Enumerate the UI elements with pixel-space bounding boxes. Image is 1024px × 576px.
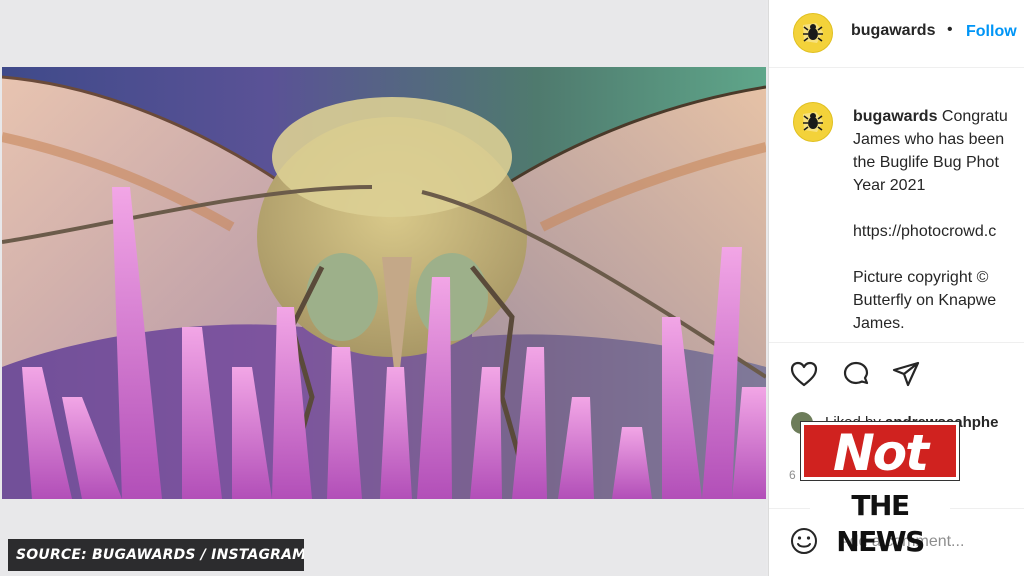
- paper-plane-icon[interactable]: [891, 359, 921, 389]
- comment-bubble-icon[interactable]: [841, 359, 871, 389]
- photo-illustration: [2, 67, 766, 499]
- logo-red-panel: Not: [801, 422, 959, 480]
- caption-line: Butterfly on Knapwe: [853, 292, 997, 309]
- caption-line: Congratu: [941, 108, 1008, 125]
- heart-icon[interactable]: [789, 359, 819, 389]
- follow-button[interactable]: Follow: [966, 23, 1017, 41]
- separator-dot: •: [947, 21, 953, 38]
- source-caption: SOURCE: BUGAWARDS / INSTAGRAM: [8, 539, 304, 571]
- logo-bottom-words: THE NEWS: [810, 488, 950, 558]
- logo-top-word: Not: [832, 424, 929, 482]
- not-the-news-logo: Not THE NEWS: [796, 416, 964, 558]
- header-username[interactable]: bugawards: [851, 22, 935, 40]
- caption-line: Picture copyright ©: [853, 269, 989, 286]
- smiley-icon[interactable]: [789, 526, 819, 556]
- post-actions: [769, 342, 1024, 404]
- caption-line: Year 2021: [853, 177, 926, 194]
- caption-text: bugawards Congratu James who has been th…: [853, 105, 1024, 335]
- caption-line: James.: [853, 315, 905, 332]
- bug-logo-icon[interactable]: [793, 102, 833, 142]
- caption-link[interactable]: https://photocrowd.c: [853, 220, 1024, 243]
- post-count: 6: [789, 468, 796, 482]
- bug-logo-icon[interactable]: [793, 13, 833, 53]
- butterfly-photo[interactable]: [2, 67, 766, 499]
- caption-line: the Buglife Bug Phot: [853, 154, 999, 171]
- caption-area: bugawards Congratu James who has been th…: [769, 69, 1024, 341]
- caption-username[interactable]: bugawards: [853, 108, 937, 125]
- post-header: bugawards • Follow: [769, 0, 1024, 68]
- caption-line: James who has been: [853, 131, 1005, 148]
- post-media-panel: SOURCE: BUGAWARDS / INSTAGRAM: [0, 0, 766, 576]
